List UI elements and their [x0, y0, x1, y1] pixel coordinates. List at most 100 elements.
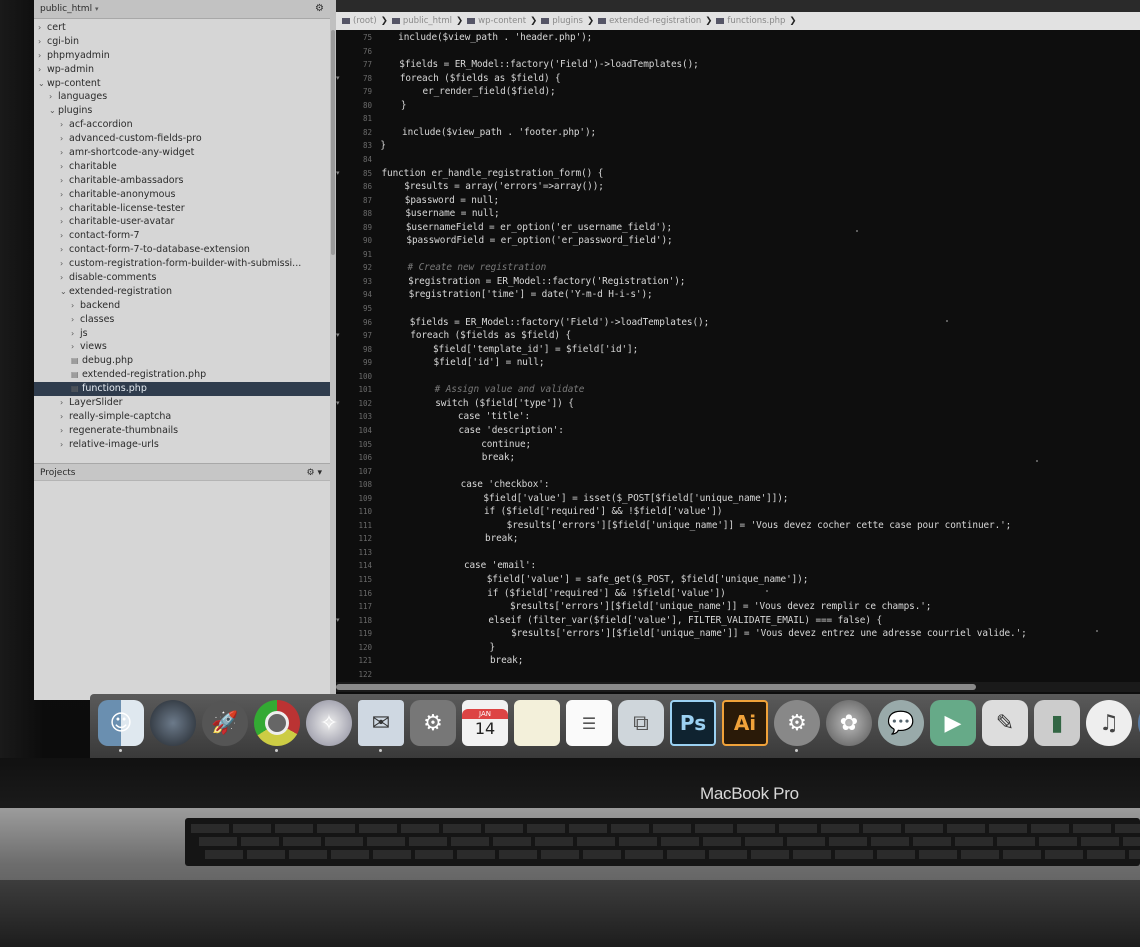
notes-icon[interactable]: [514, 700, 560, 746]
messages-icon[interactable]: 💬: [878, 700, 924, 746]
chevron-right-icon[interactable]: ›: [60, 410, 69, 424]
tree-folder-item[interactable]: › charitable-anonymous: [34, 188, 330, 202]
launchpad-icon[interactable]: 🚀: [202, 700, 248, 746]
pages-icon[interactable]: ✎: [982, 700, 1028, 746]
breadcrumb-separator-icon: ❯: [456, 16, 464, 26]
chevron-right-icon[interactable]: ›: [60, 438, 69, 452]
chevron-right-icon[interactable]: ›: [60, 118, 69, 132]
chevron-right-icon[interactable]: ›: [38, 35, 47, 49]
chevron-right-icon[interactable]: ›: [49, 90, 58, 104]
fold-toggle-icon[interactable]: ▾: [336, 74, 340, 82]
chevron-right-icon[interactable]: ›: [60, 396, 69, 410]
tree-folder-item[interactable]: ⌄ extended-registration: [34, 285, 330, 299]
tree-folder-item[interactable]: › classes: [34, 313, 330, 327]
tree-folder-item[interactable]: › charitable: [34, 160, 330, 174]
tree-folder-item[interactable]: › acf-accordion: [34, 118, 330, 132]
photoshop-icon[interactable]: Ps: [670, 700, 716, 746]
chevron-right-icon[interactable]: ›: [71, 327, 80, 341]
facetime-icon[interactable]: ▶: [930, 700, 976, 746]
app-gear-icon[interactable]: ⚙: [774, 700, 820, 752]
fold-toggle-icon[interactable]: ▾: [336, 399, 340, 407]
chevron-right-icon[interactable]: ›: [60, 271, 69, 285]
scrollbar-thumb[interactable]: [331, 30, 335, 255]
horizontal-scrollbar[interactable]: [336, 682, 1140, 692]
tree-folder-item[interactable]: › cgi-bin: [34, 35, 330, 49]
chevron-down-icon[interactable]: ⌄: [38, 77, 47, 91]
tree-folder-item[interactable]: › contact-form-7-to-database-extension: [34, 243, 330, 257]
tree-folder-item[interactable]: › regenerate-thumbnails: [34, 424, 330, 438]
tree-folder-item[interactable]: › contact-form-7: [34, 229, 330, 243]
fold-toggle-icon[interactable]: ▾: [336, 331, 340, 339]
breadcrumb-item[interactable]: public_html: [403, 16, 452, 26]
tree-folder-item[interactable]: ⌄ wp-content: [34, 77, 330, 91]
tree-folder-item[interactable]: › amr-shortcode-any-widget: [34, 146, 330, 160]
tree-root-header[interactable]: public_html ▾ ⚙: [34, 0, 330, 19]
chevron-down-icon[interactable]: ⌄: [60, 285, 69, 299]
dock-icon-glyph: ▮: [1050, 710, 1064, 736]
photos-icon[interactable]: ✿: [826, 700, 872, 746]
chevron-right-icon[interactable]: ›: [38, 49, 47, 63]
reminders-icon[interactable]: ☰: [566, 700, 612, 746]
chevron-right-icon[interactable]: ›: [60, 257, 69, 271]
tree-file-item[interactable]: ▤ functions.php: [34, 382, 330, 397]
tree-folder-item[interactable]: › advanced-custom-fields-pro: [34, 132, 330, 146]
illustrator-icon[interactable]: Ai: [722, 700, 768, 746]
tree-folder-item[interactable]: › js: [34, 327, 330, 341]
tree-folder-item[interactable]: › charitable-license-tester: [34, 202, 330, 216]
tree-folder-item[interactable]: › LayerSlider: [34, 396, 330, 410]
finder-icon[interactable]: ☺: [98, 700, 144, 752]
chevron-right-icon[interactable]: ›: [71, 313, 80, 327]
tree-folder-item[interactable]: ⌄ plugins: [34, 104, 330, 118]
tree-folder-item[interactable]: › views: [34, 340, 330, 354]
tree-folder-item[interactable]: › charitable-user-avatar: [34, 215, 330, 229]
code-editor[interactable]: 75 76 77 78 ▾ 79 80 81 82 83 84 85 ▾ 86 87 88 89 90 91 92 93…: [336, 30, 1140, 682]
tree-folder-item[interactable]: › really-simple-captcha: [34, 410, 330, 424]
chevron-right-icon[interactable]: ›: [60, 202, 69, 216]
preview-icon[interactable]: ⧉: [618, 700, 664, 746]
tree-folder-item[interactable]: › charitable-ambassadors: [34, 174, 330, 188]
chevron-right-icon[interactable]: ›: [38, 63, 47, 77]
chevron-right-icon[interactable]: ›: [71, 299, 80, 313]
gear-icon[interactable]: ⚙ ▾: [307, 464, 322, 482]
breadcrumb-item[interactable]: functions.php: [727, 16, 785, 26]
fold-toggle-icon[interactable]: ▾: [336, 169, 340, 177]
chevron-right-icon[interactable]: ›: [60, 174, 69, 188]
calendar-icon[interactable]: JAN 14: [462, 700, 508, 746]
breadcrumb-item[interactable]: plugins: [552, 16, 583, 26]
chevron-right-icon[interactable]: ›: [60, 188, 69, 202]
breadcrumb-item[interactable]: (root): [353, 16, 377, 26]
tree-folder-item[interactable]: › languages: [34, 90, 330, 104]
scrollbar-thumb[interactable]: [336, 684, 976, 690]
chevron-right-icon[interactable]: ›: [60, 160, 69, 174]
chrome-icon[interactable]: [254, 700, 300, 752]
chevron-right-icon[interactable]: ›: [60, 146, 69, 160]
safari-icon[interactable]: ✧: [306, 700, 352, 746]
chevron-right-icon[interactable]: ›: [60, 243, 69, 257]
tree-folder-item[interactable]: › custom-registration-form-builder-with-s…: [34, 257, 330, 271]
numbers-icon[interactable]: ▮: [1034, 700, 1080, 746]
chevron-right-icon[interactable]: ›: [60, 229, 69, 243]
system-preferences-icon[interactable]: ⚙: [410, 700, 456, 746]
tree-folder-item[interactable]: › backend: [34, 299, 330, 313]
tree-folder-item[interactable]: › disable-comments: [34, 271, 330, 285]
projects-header[interactable]: Projects ⚙ ▾: [34, 463, 330, 481]
tree-folder-item[interactable]: › phpmyadmin: [34, 49, 330, 63]
tree-folder-item[interactable]: › wp-admin: [34, 63, 330, 77]
tree-folder-item[interactable]: › cert: [34, 21, 330, 35]
chevron-right-icon[interactable]: ›: [38, 21, 47, 35]
itunes-icon[interactable]: ♫: [1086, 700, 1132, 746]
siri-icon[interactable]: [150, 700, 196, 746]
fold-toggle-icon[interactable]: ▾: [336, 616, 340, 624]
tree-folder-item[interactable]: › relative-image-urls: [34, 438, 330, 452]
chevron-right-icon[interactable]: ›: [71, 340, 80, 354]
tree-file-item[interactable]: ▤ extended-registration.php: [34, 368, 330, 382]
breadcrumb-item[interactable]: extended-registration: [609, 16, 701, 26]
breadcrumb-item[interactable]: wp-content: [478, 16, 526, 26]
tree-file-item[interactable]: ▤ debug.php: [34, 354, 330, 368]
chevron-right-icon[interactable]: ›: [60, 215, 69, 229]
gear-icon[interactable]: ⚙: [315, 0, 324, 18]
chevron-down-icon[interactable]: ⌄: [49, 104, 58, 118]
chevron-right-icon[interactable]: ›: [60, 132, 69, 146]
chevron-right-icon[interactable]: ›: [60, 424, 69, 438]
mail-icon[interactable]: ✉: [358, 700, 404, 752]
